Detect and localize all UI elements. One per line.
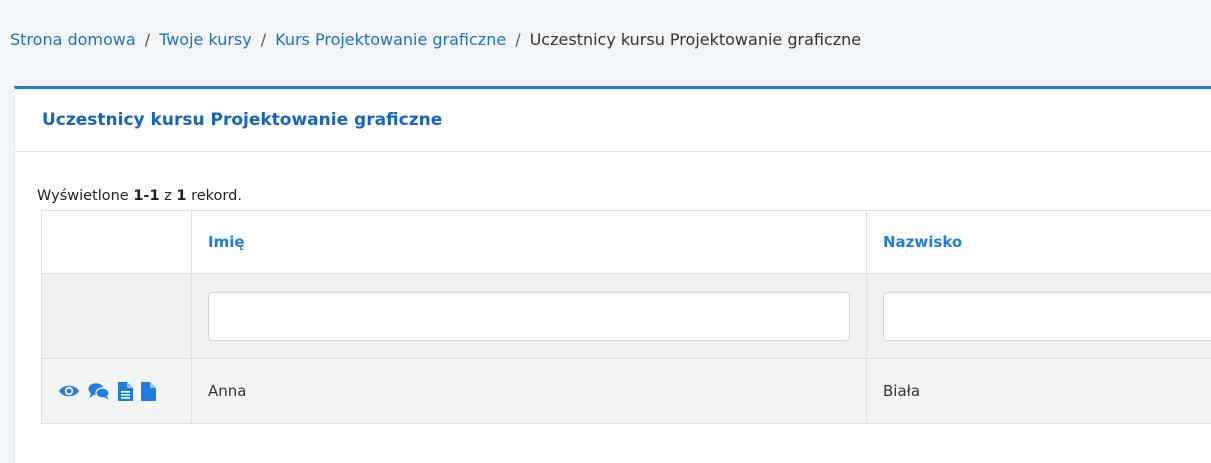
row-actions: [41, 358, 192, 424]
breadcrumb-current: Uczestnicy kursu Projektowanie graficzne: [529, 29, 862, 49]
filter-cell-first-name: [191, 273, 867, 359]
cell-last-name: Biała: [866, 358, 1211, 424]
breadcrumb-separator: /: [144, 29, 151, 49]
breadcrumb: Strona domowa / Twoje kursy / Kurs Proje…: [10, 22, 861, 56]
summary-suffix: rekord.: [191, 188, 242, 204]
table-row: Anna Biała: [41, 358, 1211, 424]
filter-cell-actions: [41, 273, 192, 359]
summary-range: 1-1: [133, 188, 160, 204]
records-summary: Wyświetlone 1-1 z 1 rekord.: [37, 188, 242, 204]
comments-icon[interactable]: [88, 382, 110, 400]
filter-last-name-input[interactable]: [883, 291, 1211, 341]
breadcrumb-home[interactable]: Strona domowa: [10, 30, 136, 49]
table-header-row: Imię Nazwisko: [41, 210, 1211, 274]
participants-table: Imię Nazwisko Anna Biała: [41, 210, 1211, 424]
file-icon[interactable]: [141, 381, 156, 401]
cell-first-name: Anna: [191, 358, 867, 424]
breadcrumb-courses[interactable]: Twoje kursy: [159, 30, 252, 49]
eye-icon[interactable]: [58, 383, 80, 399]
summary-total: 1: [176, 188, 187, 204]
breadcrumb-separator: /: [515, 29, 521, 49]
filter-cell-last-name: [866, 273, 1211, 359]
card-title: Uczestnicy kursu Projektowanie graficzne: [42, 110, 443, 130]
filter-first-name-input[interactable]: [208, 291, 850, 341]
summary-prefix: Wyświetlone: [37, 188, 129, 204]
filter-row: [41, 273, 1211, 359]
actions-column-header: [41, 210, 192, 274]
column-header-last-name[interactable]: Nazwisko: [866, 210, 1211, 274]
file-text-icon[interactable]: [118, 381, 133, 401]
breadcrumb-course[interactable]: Kurs Projektowanie graficzne: [275, 30, 506, 49]
card-header: Uczestnicy kursu Projektowanie graficzne: [15, 89, 1211, 152]
column-header-first-name[interactable]: Imię: [191, 210, 867, 274]
breadcrumb-separator: /: [260, 29, 267, 49]
summary-of: z: [164, 188, 172, 204]
participants-card: Uczestnicy kursu Projektowanie graficzne…: [14, 86, 1211, 463]
